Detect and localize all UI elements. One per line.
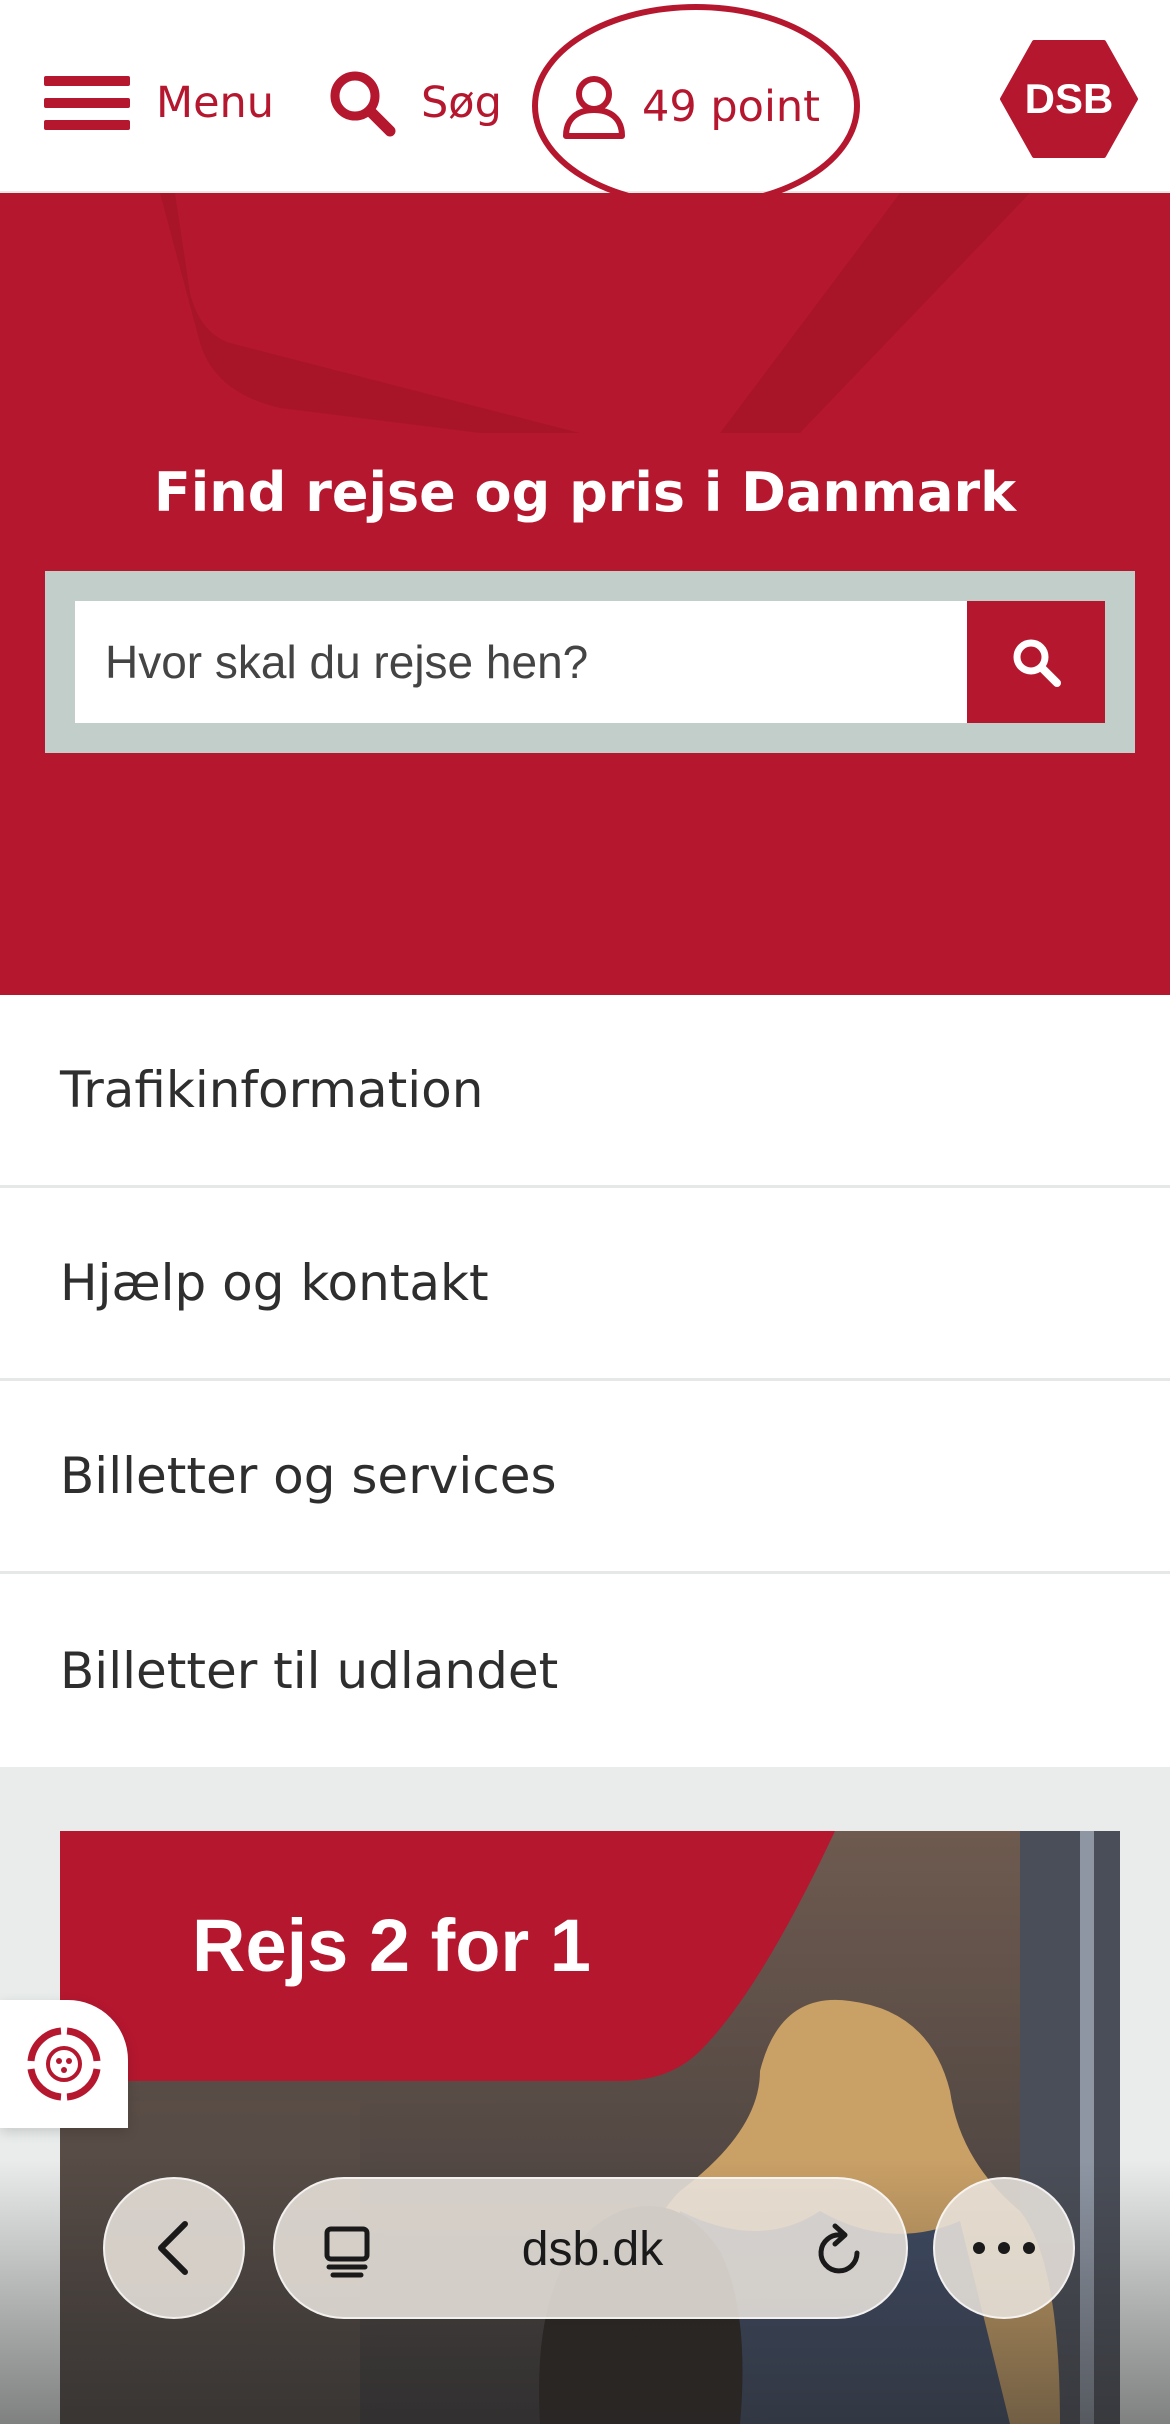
search-label: Søg [421,78,502,128]
quick-links: Trafikinformation Hjælp og kontakt Bille… [0,995,1170,1767]
svg-text:DSB: DSB [1025,75,1114,122]
site-header: Menu Søg 49 point DSB [0,0,1170,208]
points-button[interactable]: 49 point [530,2,862,210]
search-icon [1013,639,1061,687]
more-icon [973,2242,1035,2254]
nav-item-hjaelp-og-kontakt[interactable]: Hjælp og kontakt [0,1188,1170,1381]
chevron-left-icon [158,2221,188,2275]
menu-label: Menu [156,78,275,128]
nav-item-trafikinformation[interactable]: Trafikinformation [0,995,1170,1188]
journey-search-box [45,571,1135,753]
address-bar[interactable]: dsb.dk [273,2177,908,2319]
hero-decoration [160,193,1030,433]
points-label: 49 point [642,82,821,132]
nav-item-billetter-og-services[interactable]: Billetter og services [0,1381,1170,1574]
user-icon [563,76,625,139]
journey-search-button[interactable] [967,601,1105,723]
browser-more-button[interactable] [933,2177,1075,2319]
promo-title: Rejs 2 for 1 [192,1904,591,1987]
hero-title: Find rejse og pris i Danmark [153,461,1017,524]
menu-button[interactable]: Menu [44,72,274,134]
nav-item-billetter-til-udlandet[interactable]: Billetter til udlandet [0,1574,1170,1767]
browser-back-button[interactable] [103,2177,245,2319]
search-icon [330,71,396,137]
feedback-icon [27,2027,101,2101]
hamburger-icon [44,72,130,134]
hero-section: Find rejse og pris i Danmark [0,193,1170,995]
dsb-logo[interactable]: DSB [1000,40,1138,158]
feedback-widget-button[interactable] [0,2000,128,2128]
reload-icon[interactable] [811,2221,867,2279]
journey-search-input[interactable] [75,601,967,723]
search-button[interactable]: Søg [327,68,502,138]
